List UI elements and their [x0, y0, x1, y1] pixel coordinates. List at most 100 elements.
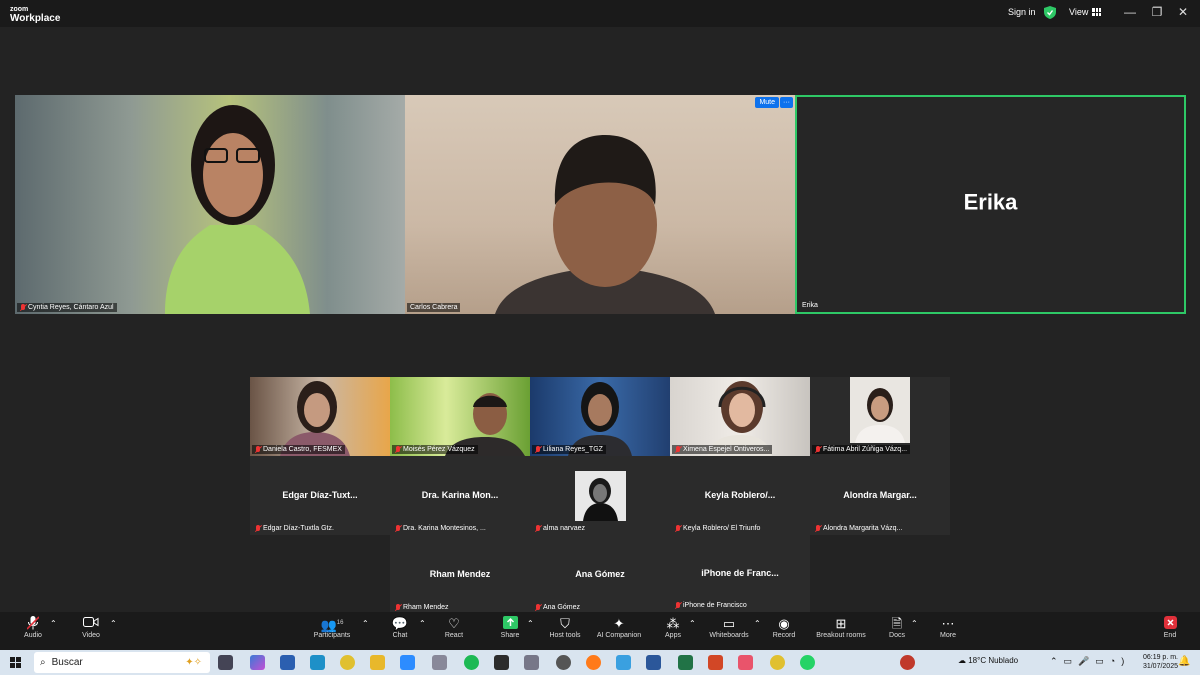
video-label: Video [82, 632, 100, 639]
gallery-tile[interactable]: Dra. Karina Mon... Dra. Karina Montesino… [390, 456, 530, 535]
chrome-icon-2[interactable] [770, 655, 785, 670]
app-icon-3[interactable] [738, 655, 753, 670]
powerpoint-icon[interactable] [708, 655, 723, 670]
sign-in-button[interactable]: Sign in [1008, 7, 1036, 17]
gallery-tile[interactable]: Ana Gómez Ana Gómez [530, 535, 670, 614]
apps-label: Apps [665, 632, 681, 639]
system-tray-icons[interactable]: ⌃▭🎤▭◔) [1050, 656, 1130, 667]
participant-name: Erika [802, 302, 818, 309]
word-icon[interactable] [646, 655, 661, 670]
task-view-icon[interactable] [218, 655, 233, 670]
video-tile-carlos[interactable]: Mute ··· Carlos Cabrera [405, 95, 795, 314]
shield-check-icon[interactable] [1044, 6, 1056, 19]
chat-options-chevron-icon[interactable]: ⌃ [419, 616, 426, 632]
gallery-tile[interactable]: Fátima Abril Zúñiga Vázq... [810, 377, 950, 456]
notifications-icon[interactable]: 🔔 [1178, 656, 1190, 667]
mic-muted-icon [395, 604, 401, 611]
participant-name-label: iPhone de Francisco [672, 601, 750, 610]
windows-start-icon[interactable] [10, 657, 21, 668]
participant-name: Fátima Abril Zúñiga Vázq... [823, 446, 908, 453]
title-bar: zoom Workplace Sign in View — ❐ ✕ [0, 0, 1200, 27]
close-icon[interactable]: ✕ [1173, 5, 1193, 19]
sparkle-icon: ✦ [613, 616, 625, 631]
apps-icon: ⁂ [666, 616, 680, 631]
video-tile-erika[interactable]: Erika Erika [795, 95, 1186, 314]
gallery-tile[interactable]: Keyla Roblero/... Keyla Roblero/ El Triu… [670, 456, 810, 535]
chat-button[interactable]: 💬 Chat [390, 616, 410, 639]
windows-taskbar: ⌕ Buscar ✦✧ ☁ 18°C Nublado ⌃▭🎤▭◔) 06:19 … [0, 650, 1200, 675]
video-button[interactable]: Video [79, 616, 103, 639]
gallery-tile[interactable]: Rham Mendez Rham Mendez [390, 535, 530, 614]
participants-icon: 👥16 [320, 617, 344, 633]
end-label: End [1163, 632, 1177, 639]
copilot-icon[interactable] [250, 655, 265, 670]
zoom-taskbar-icon[interactable] [400, 655, 415, 670]
react-button[interactable]: ♡ React [443, 616, 465, 639]
docs-button[interactable]: 🗎 Docs [887, 616, 907, 639]
share-button[interactable]: Share [498, 616, 522, 639]
app-icon-2[interactable] [616, 655, 631, 670]
more-button[interactable]: ⋯ More [937, 616, 959, 639]
gallery-tile[interactable]: alma narvaez [530, 456, 670, 535]
breakout-rooms-label: Breakout rooms [816, 632, 866, 639]
participant-display-name: iPhone de Franc... [701, 567, 779, 578]
audio-options-chevron-icon[interactable]: ⌃ [50, 616, 57, 632]
more-options-button[interactable]: ··· [780, 97, 793, 108]
share-options-chevron-icon[interactable]: ⌃ [527, 616, 534, 632]
gallery-tile[interactable]: Moisés Pérez Vázquez [390, 377, 530, 456]
gallery-tile[interactable]: Alondra Margar... Alondra Margarita Vázq… [810, 456, 950, 535]
camera-app-icon[interactable] [524, 655, 539, 670]
taskbar-search-input[interactable]: ⌕ Buscar ✦✧ [34, 652, 210, 673]
store-icon[interactable] [280, 655, 295, 670]
whatsapp-icon[interactable] [800, 655, 815, 670]
clock-time: 06:19 p. m. [1142, 654, 1178, 661]
maximize-icon[interactable]: ❐ [1147, 5, 1167, 19]
gallery-tile[interactable]: Daniela Castro, FESMEX [250, 377, 390, 456]
apps-options-chevron-icon[interactable]: ⌃ [689, 616, 696, 632]
edge-icon[interactable] [310, 655, 325, 670]
clock-app-icon[interactable] [556, 655, 571, 670]
participant-name-label: Rham Mendez [392, 603, 452, 612]
more-label: More [940, 632, 956, 639]
search-placeholder: Buscar [51, 657, 83, 668]
participant-name-label: Daniela Castro, FESMEX [252, 445, 345, 454]
breakout-rooms-button[interactable]: ⊞ Breakout rooms [814, 616, 868, 639]
chrome-icon[interactable] [340, 655, 355, 670]
camera-icon [79, 616, 103, 632]
gallery-tile[interactable]: Liliana Reyes_TGZ [530, 377, 670, 456]
participant-display-name: Keyla Roblero/... [704, 489, 776, 500]
gallery-tile[interactable]: Ximena Espejel Ontiveros... [670, 377, 810, 456]
apps-button[interactable]: ⁂ Apps [663, 616, 683, 639]
host-tools-button[interactable]: ⛉ Host tools [547, 616, 583, 639]
taskbar-clock[interactable]: 06:19 p. m. 31/07/2025 [1143, 653, 1178, 671]
shield-icon: ⛉ [560, 616, 570, 631]
participants-options-chevron-icon[interactable]: ⌃ [362, 616, 369, 632]
app-icon[interactable] [432, 655, 447, 670]
ai-companion-button[interactable]: ✦ AI Companion [594, 616, 644, 639]
participant-display-name: Erika [963, 188, 1018, 214]
excel-icon[interactable] [678, 655, 693, 670]
weather-widget[interactable]: ☁ 18°C Nublado [958, 656, 1018, 665]
tiktok-icon[interactable] [494, 655, 509, 670]
docs-options-chevron-icon[interactable]: ⌃ [911, 616, 918, 632]
firefox-icon[interactable] [586, 655, 601, 670]
file-explorer-icon[interactable] [370, 655, 385, 670]
clock-date: 31/07/2025 [1142, 663, 1178, 670]
record-button[interactable]: ◉ Record [772, 616, 796, 639]
gallery-tile[interactable]: Edgar Díaz-Tuxt... Edgar Díaz-Tuxtla Gtz… [250, 456, 390, 535]
view-button[interactable]: View [1069, 7, 1102, 17]
mic-muted-icon [20, 304, 26, 311]
video-tile-cyntia[interactable]: Cyntia Reyes, Cántaro Azul [15, 95, 405, 314]
chrome-profile-icon[interactable] [900, 655, 915, 670]
participants-button[interactable]: 👥16 Participants [310, 616, 354, 639]
video-options-chevron-icon[interactable]: ⌃ [110, 616, 117, 632]
mic-muted-icon [255, 525, 261, 532]
spotify-icon[interactable] [464, 655, 479, 670]
whiteboards-button[interactable]: ▭ Whiteboards [707, 616, 751, 639]
whiteboards-options-chevron-icon[interactable]: ⌃ [754, 616, 761, 632]
gallery-tile[interactable]: iPhone de Franc... iPhone de Francisco [670, 535, 810, 612]
end-meeting-button[interactable]: End [1160, 616, 1180, 639]
audio-button[interactable]: Audio [20, 616, 46, 639]
mute-participant-button[interactable]: Mute [755, 97, 779, 108]
minimize-icon[interactable]: — [1120, 5, 1140, 19]
